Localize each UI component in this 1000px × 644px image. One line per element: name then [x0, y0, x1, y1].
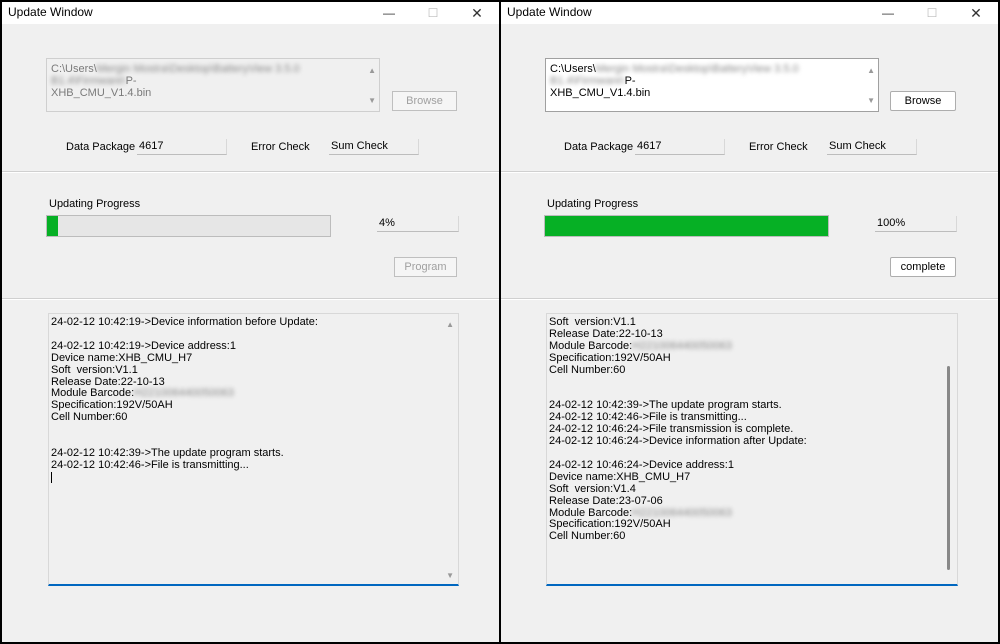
data-package-label: Data Package — [564, 141, 634, 153]
scroll-down-icon[interactable]: ▼ — [368, 95, 376, 107]
window-title: Update Window — [8, 5, 93, 19]
window-title: Update Window — [507, 5, 592, 19]
blurred-barcode: H221006440050063 — [632, 339, 732, 352]
file-path-line1: C:\Users\Mergin Mostra\Desktop\BatteryVi… — [550, 63, 799, 87]
progress-fill — [545, 216, 828, 236]
log-line: 24-02-12 10:46:24->Device information af… — [549, 435, 807, 448]
log-scrollbar[interactable] — [941, 314, 957, 584]
log-line: 24-02-12 10:42:46->File is transmitting.… — [51, 458, 249, 471]
progress-bar — [544, 215, 829, 237]
log-line: 24-02-12 10:42:19->Device address:1 — [51, 339, 236, 352]
log-line: 24-02-12 10:46:24->Device address:1 — [549, 458, 734, 471]
log-text: Soft version:V1.1 Release Date:22-10-13 Mo… — [549, 316, 807, 543]
file-path-line2: XHB_CMU_V1.4.bin — [550, 87, 651, 99]
blurred-barcode: H221006440050063 — [632, 506, 732, 519]
browse-button[interactable]: Browse — [392, 91, 457, 111]
file-path-line2: XHB_CMU_V1.4.bin — [51, 87, 152, 99]
minimize-icon[interactable]: — — [367, 2, 411, 24]
progress-bar — [46, 215, 331, 237]
progress-label: Updating Progress — [547, 198, 639, 210]
error-check-label: Error Check — [251, 141, 310, 153]
log-line: Module Barcode:H221006440050063 — [549, 339, 732, 352]
data-package-field[interactable]: 4617 — [635, 139, 725, 155]
separator — [2, 171, 499, 173]
log-line: 24-02-12 10:42:19->Device information be… — [51, 316, 318, 328]
log-line: Cell Number:60 — [549, 363, 626, 376]
scroll-down-icon[interactable]: ▼ — [867, 95, 875, 107]
log-line: Cell Number:60 — [549, 530, 626, 543]
maximize-icon[interactable]: ☐ — [910, 2, 954, 24]
program-button[interactable]: Program — [394, 257, 457, 277]
scroll-up-icon[interactable]: ▲ — [368, 65, 376, 77]
file-path-box[interactable]: C:\Users\Mergin Mostra\Desktop\BatteryVi… — [46, 58, 380, 112]
maximize-icon[interactable]: ☐ — [411, 2, 455, 24]
file-path-line1: C:\Users\Mergin Mostra\Desktop\BatteryVi… — [51, 63, 300, 87]
close-icon[interactable]: ✕ — [455, 2, 499, 24]
error-check-label: Error Check — [749, 141, 808, 153]
close-icon[interactable]: ✕ — [954, 2, 998, 24]
scroll-down-icon[interactable]: ▼ — [446, 571, 454, 580]
scroll-up-icon[interactable]: ▲ — [867, 65, 875, 77]
complete-button[interactable]: complete — [890, 257, 956, 277]
update-window-left: Update Window — ☐ ✕ C:\Users\Mergin Most… — [2, 2, 499, 642]
log-line: Release Date:23-07-06 — [549, 494, 663, 507]
title-bar: Update Window — ☐ ✕ — [2, 2, 499, 24]
error-check-field[interactable]: Sum Check — [827, 139, 917, 155]
browse-button[interactable]: Browse — [890, 91, 956, 111]
log-text: 24-02-12 10:42:19->Device information be… — [51, 316, 318, 484]
log-line: Soft version:V1.1 — [51, 363, 138, 376]
progress-label: Updating Progress — [49, 198, 141, 210]
progress-percent: 4% — [377, 216, 459, 232]
log-scrollbar[interactable]: ▲ ▼ — [442, 314, 458, 584]
separator — [501, 298, 998, 300]
data-package-field[interactable]: 4617 — [137, 139, 227, 155]
data-package-label: Data Package — [66, 141, 136, 153]
progress-percent: 100% — [875, 216, 957, 232]
blurred-barcode: H221006440050063 — [134, 387, 234, 400]
text-caret — [51, 471, 318, 484]
log-line: Specification:192V/50AH — [549, 351, 671, 364]
error-check-field[interactable]: Sum Check — [329, 139, 419, 155]
log-line: Device name:XHB_CMU_H7 — [549, 470, 691, 483]
progress-fill — [47, 216, 59, 236]
log-line: Soft version:V1.4 — [549, 482, 636, 495]
scroll-up-icon[interactable]: ▲ — [446, 320, 454, 329]
scrollbar-thumb[interactable] — [947, 366, 950, 570]
update-window-right: Update Window — ☐ ✕ C:\Users\Mergin Most… — [501, 2, 998, 642]
file-path-box[interactable]: C:\Users\Mergin Mostra\Desktop\BatteryVi… — [545, 58, 879, 112]
title-bar: Update Window — ☐ ✕ — [501, 2, 998, 24]
separator — [501, 171, 998, 173]
log-textarea[interactable]: Soft version:V1.1 Release Date:22-10-13 Mo… — [546, 313, 958, 586]
log-line: Device name:XHB_CMU_H7 — [51, 351, 193, 364]
minimize-icon[interactable]: — — [866, 2, 910, 24]
log-textarea[interactable]: 24-02-12 10:42:19->Device information be… — [48, 313, 459, 586]
log-line: Cell Number:60 — [51, 411, 128, 424]
separator — [2, 298, 499, 300]
